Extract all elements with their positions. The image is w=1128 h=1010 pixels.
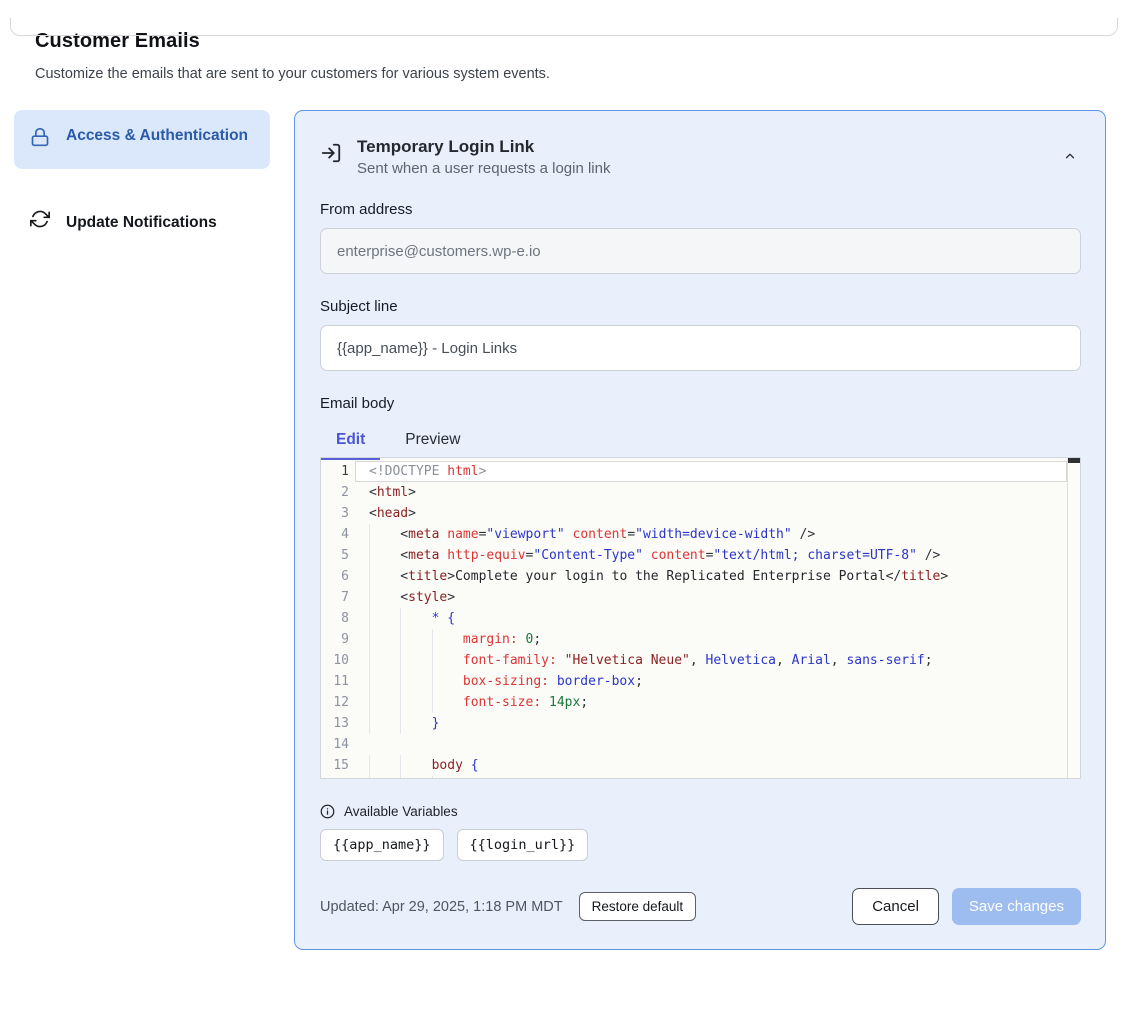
sidebar-item-access-authentication[interactable]: Access & Authentication [14,110,270,169]
code-line[interactable]: 14 [321,734,1067,755]
tab-preview[interactable]: Preview [389,429,476,457]
code-line[interactable]: 11box-sizing: border-box; [321,671,1067,692]
email-body-label: Email body [320,395,1081,412]
lock-icon [30,127,50,155]
line-number: 12 [321,692,355,713]
login-icon [320,142,342,177]
refresh-icon [30,209,50,237]
line-number: 14 [321,734,355,755]
code-line[interactable]: 12font-size: 14px; [321,692,1067,713]
code-line[interactable]: 3<head> [321,503,1067,524]
editor-scrollbar-thumb[interactable] [1068,458,1080,463]
sidebar: Access & Authentication Update Notificat… [14,110,270,251]
subject-line-label: Subject line [320,298,1081,315]
line-number: 5 [321,545,355,566]
code-editor[interactable]: 1<!DOCTYPE html>2<html>3<head>4<meta nam… [320,457,1081,779]
line-number: 1 [321,461,355,482]
variable-chip-app-name[interactable]: {{app_name}} [320,829,444,861]
code-line[interactable]: 4<meta name="viewport" content="width=de… [321,524,1067,545]
code-lines: 1<!DOCTYPE html>2<html>3<head>4<meta nam… [321,458,1067,779]
code-line[interactable]: 1<!DOCTYPE html> [321,461,1067,482]
page-subtitle: Customize the emails that are sent to yo… [35,66,1128,82]
editor-tabs: Edit Preview [320,429,1081,457]
restore-default-button[interactable]: Restore default [579,892,697,921]
line-number: 15 [321,755,355,776]
email-settings-panel: Temporary Login Link Sent when a user re… [294,110,1106,950]
code-line[interactable]: 7<style> [321,587,1067,608]
line-number: 8 [321,608,355,629]
code-line[interactable]: 8* { [321,608,1067,629]
line-number: 9 [321,629,355,650]
code-line[interactable]: 13} [321,713,1067,734]
cancel-button[interactable]: Cancel [852,888,939,925]
subject-line-input[interactable] [320,325,1081,371]
code-line[interactable]: 9margin: 0; [321,629,1067,650]
updated-timestamp: Updated: Apr 29, 2025, 1:18 PM MDT [320,899,563,915]
line-number: 7 [321,587,355,608]
code-line[interactable]: 2<html> [321,482,1067,503]
panel-title: Temporary Login Link [357,137,610,157]
code-line[interactable]: 6<title>Complete your login to the Repli… [321,566,1067,587]
line-number: 2 [321,482,355,503]
info-icon[interactable] [320,804,335,819]
from-address-label: From address [320,201,1081,218]
panel-subtitle: Sent when a user requests a login link [357,160,610,177]
sidebar-item-label: Access & Authentication [66,124,248,148]
line-number: 13 [321,713,355,734]
tab-indicator [320,457,380,460]
chevron-up-icon [1063,151,1077,166]
code-line[interactable]: 5<meta http-equiv="Content-Type" content… [321,545,1067,566]
line-number: 16 [321,776,355,779]
line-number: 10 [321,650,355,671]
from-address-input[interactable] [320,228,1081,274]
code-line[interactable]: 15body { [321,755,1067,776]
line-number: 3 [321,503,355,524]
sidebar-item-update-notifications[interactable]: Update Notifications [14,195,270,251]
previous-card-edge [10,18,1118,36]
code-line[interactable]: 16background-color: #ffffff; [321,776,1067,779]
editor-scrollbar[interactable] [1067,458,1080,778]
sidebar-item-label: Update Notifications [66,211,217,235]
code-line[interactable]: 10font-family: "Helvetica Neue", Helveti… [321,650,1067,671]
tab-edit[interactable]: Edit [320,429,381,457]
variable-chip-login-url[interactable]: {{login_url}} [457,829,589,861]
save-changes-button[interactable]: Save changes [952,888,1081,925]
line-number: 11 [321,671,355,692]
line-number: 6 [321,566,355,587]
available-variables-label: Available Variables [344,804,458,819]
collapse-button[interactable] [1059,145,1081,170]
line-number: 4 [321,524,355,545]
